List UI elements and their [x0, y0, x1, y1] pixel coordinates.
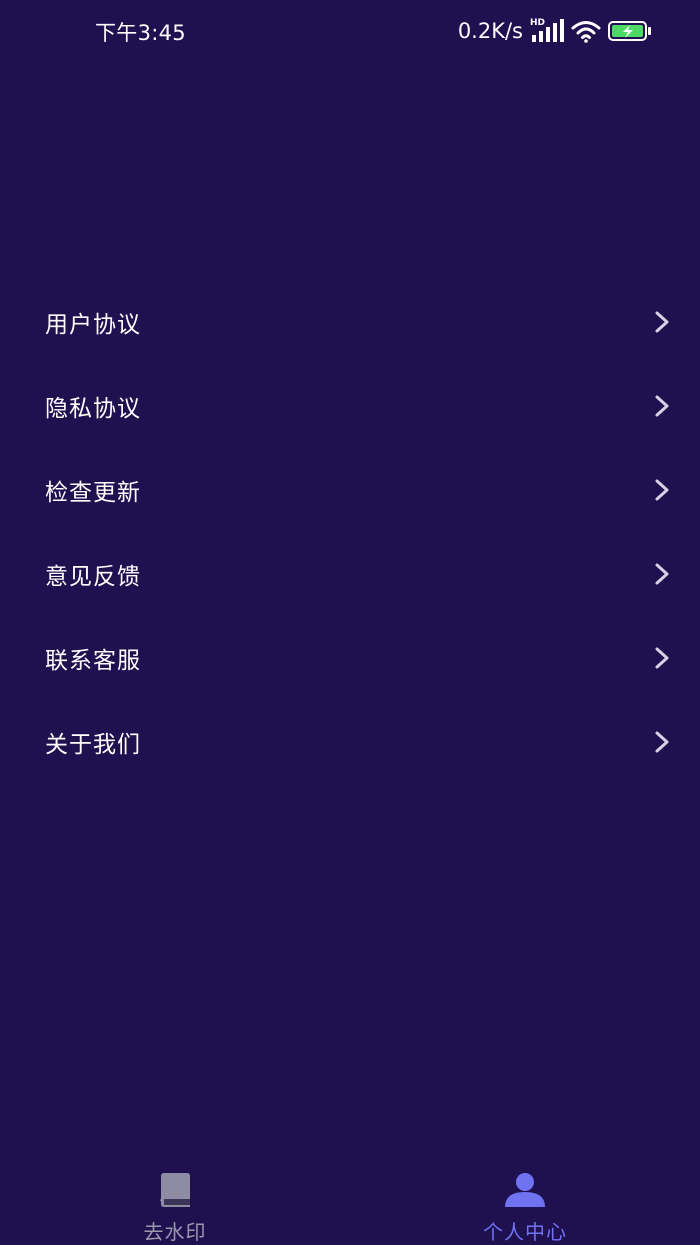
menu-item-privacy-agreement[interactable]: 隐私协议: [0, 364, 700, 448]
menu-item-contact-support[interactable]: 联系客服: [0, 616, 700, 700]
menu-item-feedback[interactable]: 意见反馈: [0, 532, 700, 616]
chevron-right-icon: [655, 731, 669, 753]
chevron-right-icon: [655, 563, 669, 585]
person-icon: [505, 1173, 545, 1207]
network-speed: 0.2K/s: [457, 19, 523, 43]
tab-personal-center[interactable]: 个人中心: [425, 1164, 625, 1244]
bottom-tab-bar: 去水印 个人中心: [0, 1164, 700, 1244]
menu-item-about-us[interactable]: 关于我们: [0, 700, 700, 784]
menu-item-check-update[interactable]: 检查更新: [0, 448, 700, 532]
settings-menu: 用户协议 隐私协议 检查更新 意见反馈 联系客服 关于我们: [0, 280, 700, 784]
chevron-right-icon: [655, 395, 669, 417]
chevron-right-icon: [655, 647, 669, 669]
chevron-right-icon: [655, 311, 669, 333]
cellular-signal-icon: HD: [530, 19, 564, 43]
chevron-right-icon: [655, 479, 669, 501]
menu-item-user-agreement[interactable]: 用户协议: [0, 280, 700, 364]
status-bar: 下午3:45 0.2K/s HD: [0, 0, 700, 62]
tab-label: 去水印: [143, 1220, 207, 1244]
menu-item-label: 隐私协议: [45, 396, 141, 422]
menu-item-label: 联系客服: [45, 648, 141, 674]
menu-item-label: 关于我们: [45, 732, 141, 758]
status-time: 下午3:45: [95, 21, 186, 45]
menu-item-label: 用户协议: [45, 312, 141, 338]
menu-item-label: 意见反馈: [45, 564, 141, 590]
status-indicators: 0.2K/s HD: [458, 17, 652, 45]
tab-remove-watermark[interactable]: 去水印: [75, 1164, 275, 1244]
tab-label: 个人中心: [483, 1220, 567, 1244]
battery-icon: [608, 21, 651, 41]
wifi-icon: [571, 21, 601, 43]
menu-item-label: 检查更新: [45, 480, 141, 506]
book-icon: [160, 1173, 190, 1207]
